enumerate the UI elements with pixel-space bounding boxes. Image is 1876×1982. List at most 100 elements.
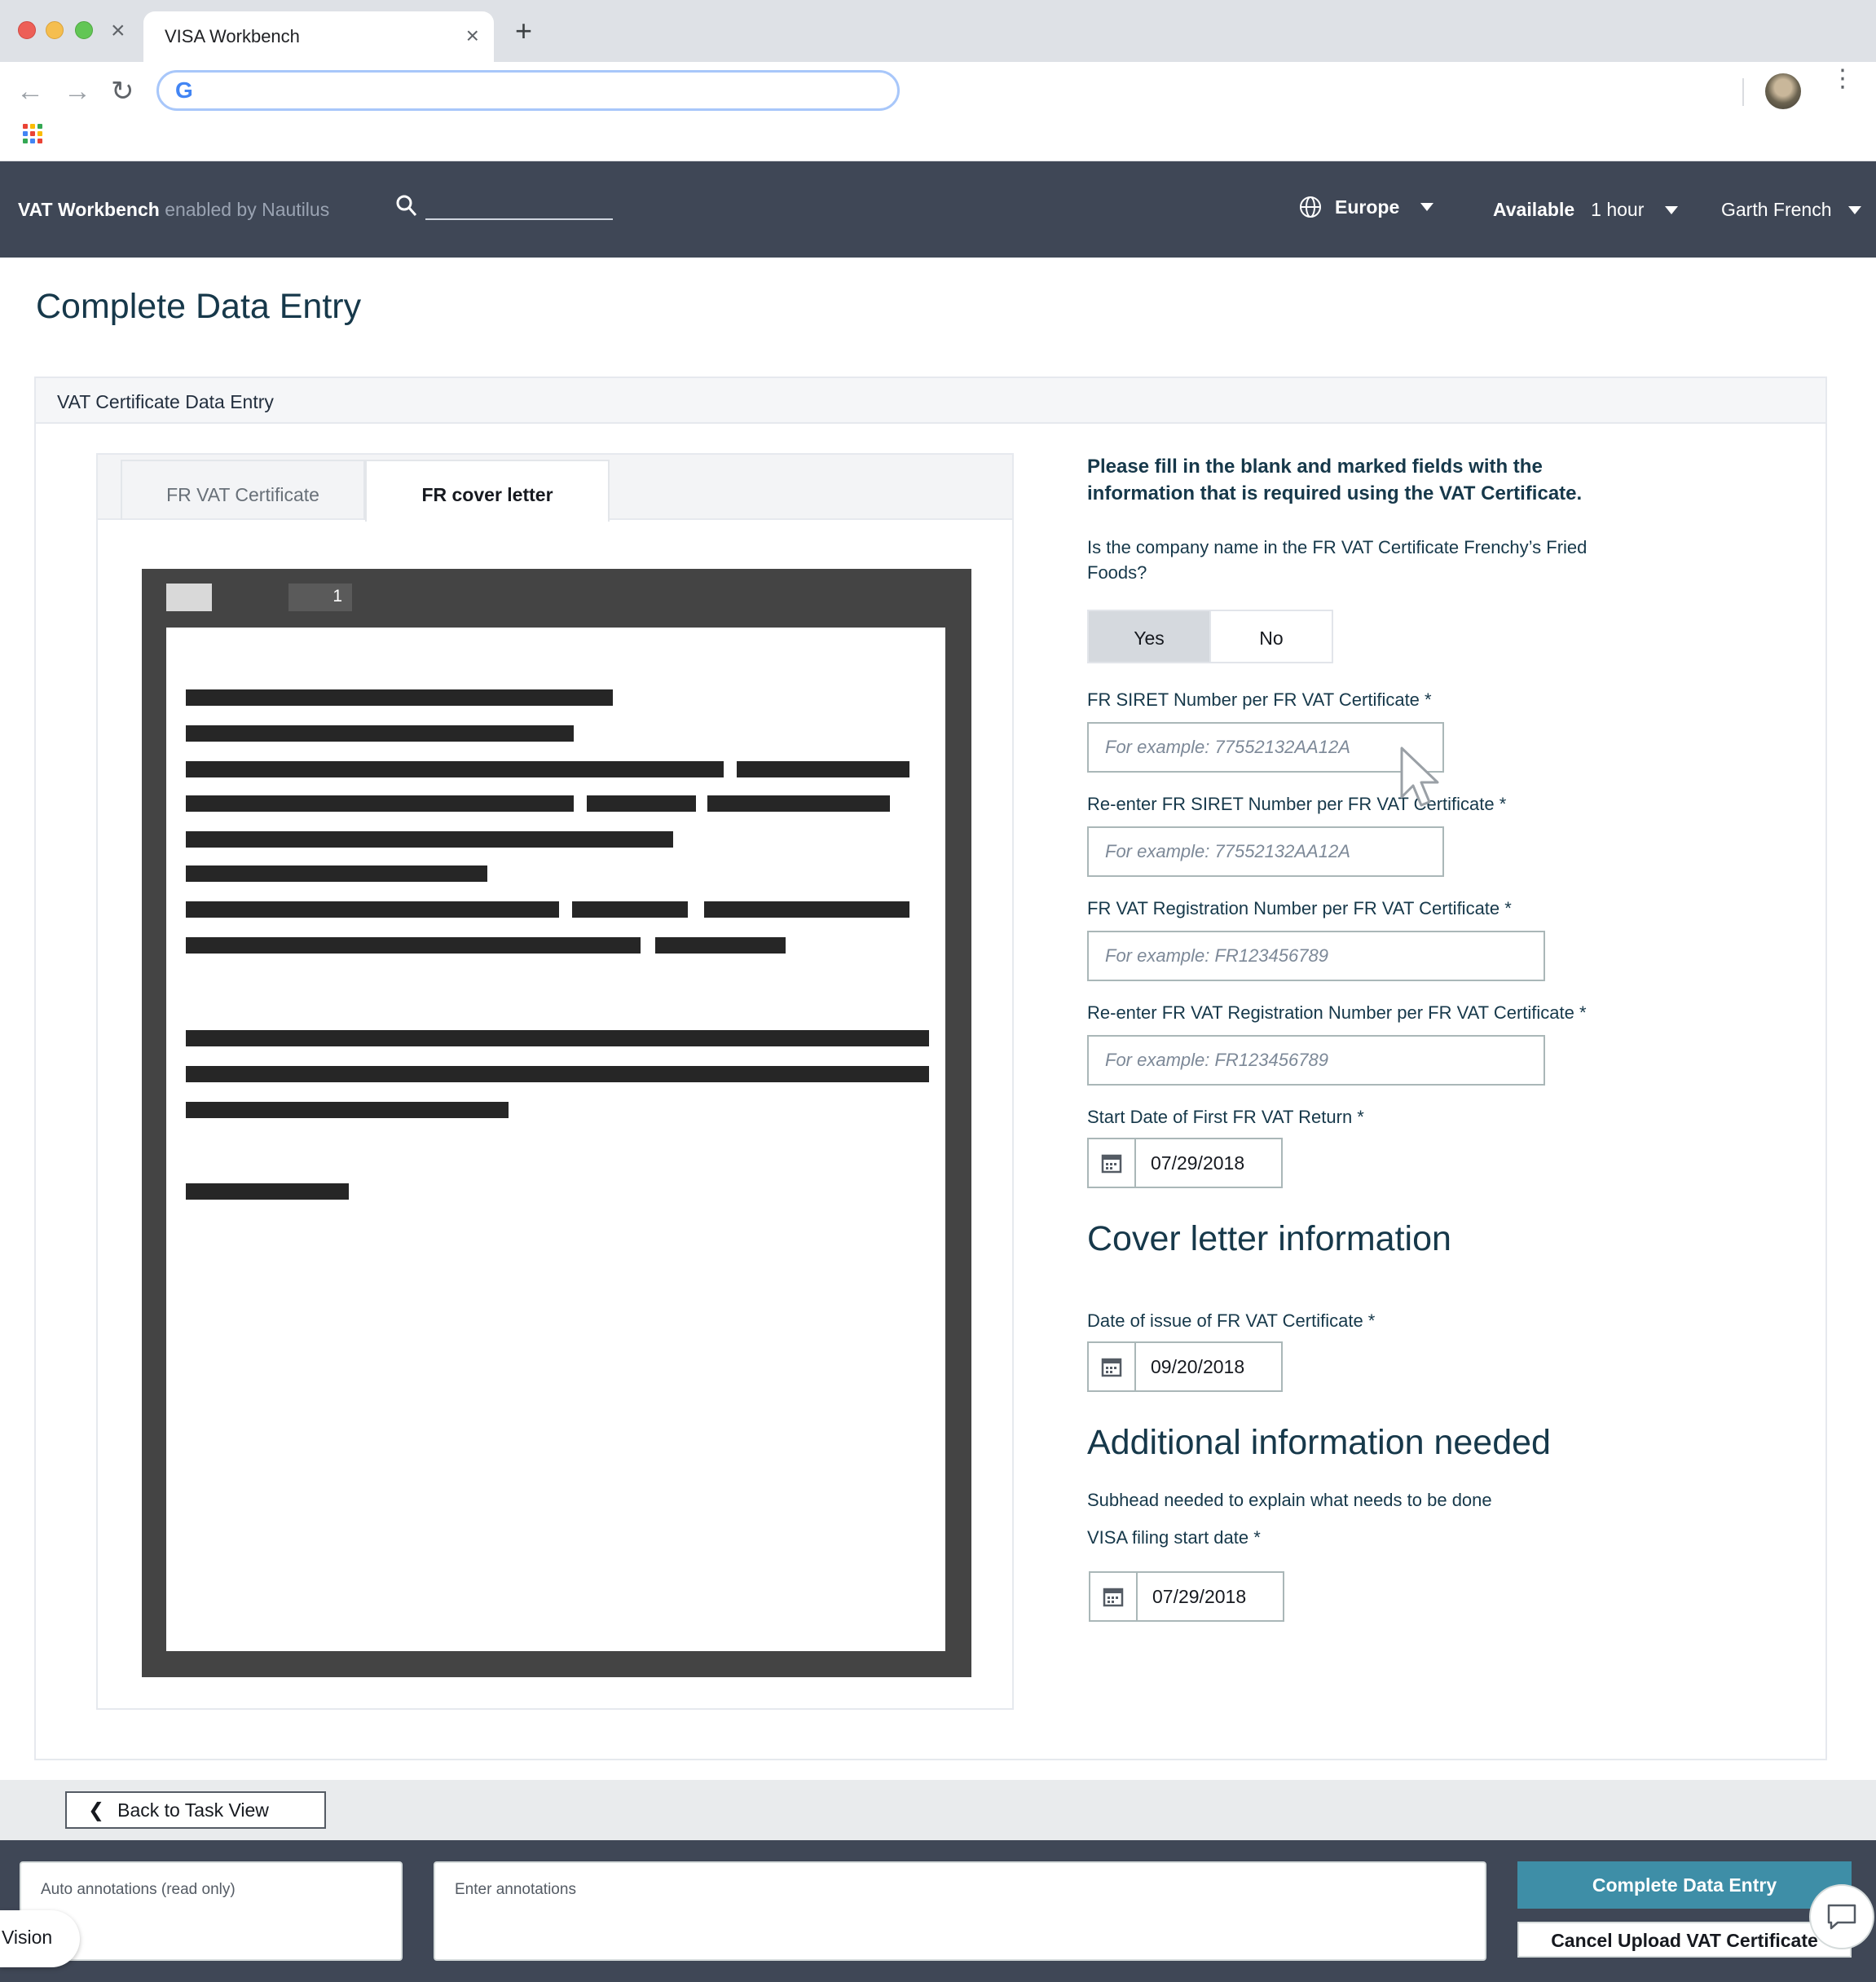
back-arrow-icon[interactable]: ← — [16, 77, 44, 106]
redacted-line — [186, 725, 574, 742]
redacted-line — [186, 1066, 929, 1082]
redacted-line — [186, 795, 574, 812]
new-tab-button[interactable]: + — [515, 16, 532, 46]
vat-reg-reenter-label: Re-enter FR VAT Registration Number per … — [1087, 1002, 1587, 1023]
address-bar[interactable]: G — [156, 70, 900, 111]
page-thumbnail[interactable] — [166, 584, 212, 611]
cursor-pointer-icon — [1400, 747, 1439, 807]
enter-annotations-label: Enter annotations — [455, 1881, 576, 1898]
redacted-line — [707, 795, 890, 812]
chat-icon[interactable] — [1809, 1884, 1874, 1949]
brand-suffix: enabled by Nautilus — [165, 199, 330, 220]
app-header: VAT Workbench enabled by Nautilus Europe… — [0, 161, 1876, 258]
vision-button[interactable]: Vision — [0, 1910, 80, 1967]
siret-reenter-label: Re-enter FR SIRET Number per FR VAT Cert… — [1087, 794, 1507, 814]
reload-icon[interactable]: ↻ — [111, 77, 134, 106]
user-menu[interactable]: Garth French — [1721, 199, 1861, 221]
google-icon: G — [175, 77, 193, 103]
form-instructions: Please fill in the blank and marked fiel… — [1087, 456, 1583, 504]
availability-selector[interactable]: Available 1 hour — [1493, 199, 1679, 221]
redacted-line — [737, 761, 909, 777]
redacted-line — [186, 865, 487, 882]
redacted-line — [704, 901, 909, 918]
redacted-line — [186, 831, 673, 848]
redacted-line — [186, 1030, 929, 1046]
redacted-line — [186, 901, 559, 918]
start-date-label: Start Date of First FR VAT Return * — [1087, 1107, 1364, 1127]
profile-avatar[interactable] — [1765, 73, 1801, 109]
chevron-left-icon: ❮ — [88, 1799, 105, 1821]
document-page — [166, 628, 945, 1651]
region-label: Europe — [1335, 196, 1400, 218]
search-icon[interactable] — [396, 194, 417, 218]
siret-reenter-input[interactable] — [1087, 826, 1444, 877]
search-input[interactable] — [425, 218, 613, 220]
company-name-question: Is the company name in the FR VAT Certif… — [1087, 537, 1588, 583]
back-to-task-view-button[interactable]: ❮ Back to Task View — [65, 1791, 326, 1829]
calendar-icon[interactable] — [1089, 1343, 1136, 1390]
siret-input[interactable] — [1087, 722, 1444, 773]
window-maximize-dot[interactable] — [75, 21, 93, 39]
page-number: 1 — [288, 584, 352, 611]
availability-value: 1 hour — [1591, 199, 1645, 220]
caret-down-icon — [1665, 205, 1679, 214]
calendar-icon[interactable] — [1089, 1139, 1136, 1187]
back-button-label: Back to Task View — [117, 1799, 269, 1821]
redacted-line — [186, 689, 613, 706]
region-selector[interactable]: Europe — [1299, 196, 1434, 218]
brand-name: VAT Workbench — [18, 199, 160, 220]
issue-date-value: 09/20/2018 — [1151, 1356, 1245, 1377]
redacted-line — [186, 1183, 349, 1200]
start-date-picker[interactable]: 07/29/2018 — [1087, 1138, 1283, 1188]
browser-toolbar: ← → ↻ G ⋮ — [0, 62, 1876, 161]
apps-grid-icon[interactable] — [23, 124, 42, 143]
app-brand[interactable]: VAT Workbench enabled by Nautilus — [18, 199, 329, 221]
toolbar-divider — [1742, 78, 1744, 106]
forward-arrow-icon[interactable]: → — [64, 77, 91, 106]
document-frame: 1 — [142, 569, 971, 1677]
browser-tab[interactable]: VISA Workbench × — [143, 11, 494, 62]
browser-tabstrip: × VISA Workbench × + — [0, 0, 1876, 62]
redacted-line — [186, 937, 641, 954]
calendar-icon[interactable] — [1090, 1573, 1138, 1620]
window-close-dot[interactable] — [18, 21, 36, 39]
issue-date-picker[interactable]: 09/20/2018 — [1087, 1341, 1283, 1392]
globe-icon — [1300, 196, 1321, 218]
enter-annotations-field[interactable]: Enter annotations — [434, 1861, 1486, 1961]
more-vert-icon[interactable]: ⋮ — [1830, 67, 1855, 91]
yes-button[interactable]: Yes — [1089, 611, 1209, 662]
caret-down-icon — [1420, 203, 1434, 211]
tab-close-icon[interactable]: × — [466, 24, 479, 47]
yes-no-toggle: Yes No — [1087, 610, 1333, 663]
redacted-line — [186, 1102, 509, 1118]
back-bar: ❮ Back to Task View — [0, 1780, 1876, 1840]
visa-date-picker[interactable]: 07/29/2018 — [1089, 1571, 1284, 1622]
additional-info-heading: Additional information needed — [1087, 1423, 1551, 1462]
additional-info-subhead: Subhead needed to explain what needs to … — [1087, 1490, 1492, 1510]
window-minimize-dot[interactable] — [46, 21, 64, 39]
redacted-line — [587, 795, 696, 812]
vat-reg-input[interactable] — [1087, 931, 1545, 981]
caret-down-icon — [1847, 205, 1861, 214]
no-button[interactable]: No — [1209, 611, 1332, 662]
cancel-upload-button[interactable]: Cancel Upload VAT Certificate — [1517, 1922, 1852, 1958]
browser-tab-title: VISA Workbench — [165, 26, 300, 46]
panel-title: VAT Certificate Data Entry — [36, 378, 1825, 424]
siret-label: FR SIRET Number per FR VAT Certificate * — [1087, 689, 1432, 710]
redacted-line — [572, 901, 688, 918]
page-title: Complete Data Entry — [36, 287, 362, 326]
viewer-tabs: FR VAT Certificate FR cover letter — [98, 455, 1012, 522]
start-date-value: 07/29/2018 — [1151, 1152, 1245, 1174]
document-viewer: FR VAT Certificate FR cover letter 1 — [96, 453, 1014, 1710]
cover-letter-heading: Cover letter information — [1087, 1219, 1451, 1258]
user-name: Garth French — [1721, 199, 1832, 220]
redacted-line — [655, 937, 786, 954]
vat-reg-label: FR VAT Registration Number per FR VAT Ce… — [1087, 898, 1512, 918]
vat-reg-reenter-input[interactable] — [1087, 1035, 1545, 1086]
complete-data-entry-button[interactable]: Complete Data Entry — [1517, 1861, 1852, 1909]
annotation-bar: Auto annotations (read only) Enter annot… — [0, 1840, 1876, 1982]
availability-label: Available — [1493, 199, 1575, 220]
tab-fr-cover-letter[interactable]: FR cover letter — [365, 460, 610, 522]
tab-fr-vat-certificate[interactable]: FR VAT Certificate — [121, 460, 365, 520]
close-icon[interactable]: × — [111, 19, 126, 43]
